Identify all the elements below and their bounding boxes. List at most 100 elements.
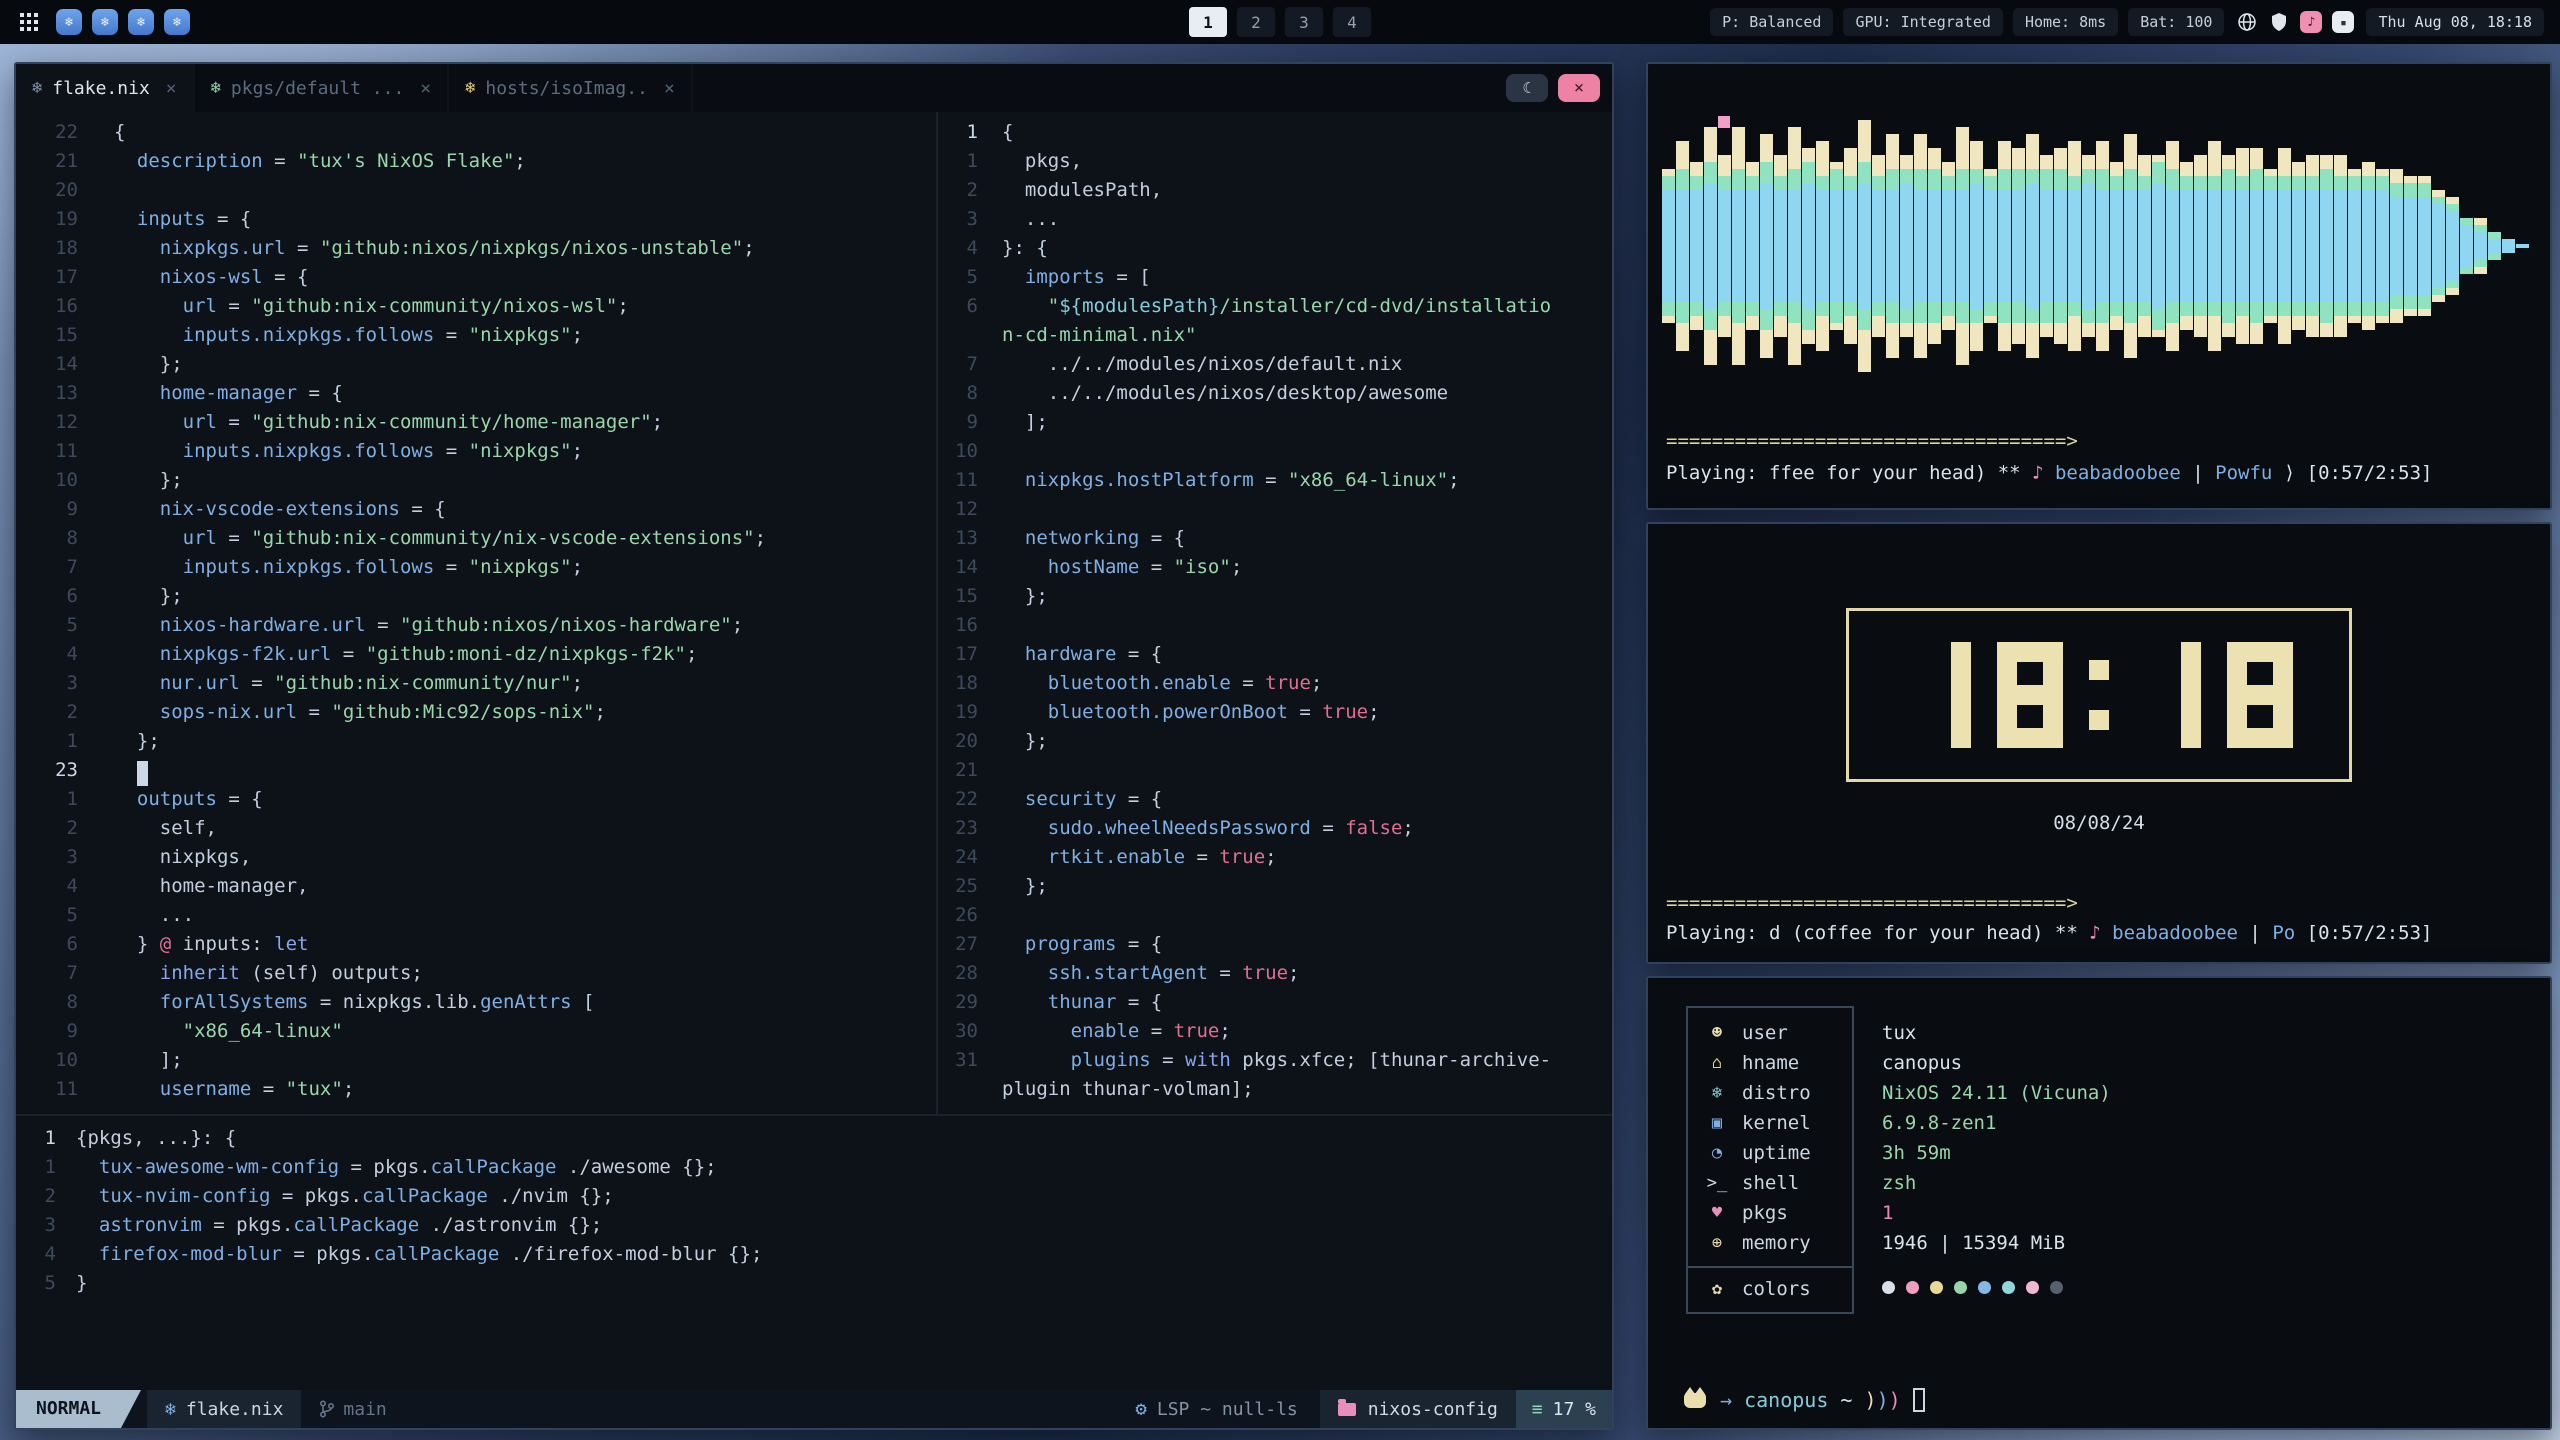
code-pane-pkgs[interactable]: 1{pkgs, ...}: {1 tux-awesome-wm-config =… bbox=[16, 1124, 1612, 1298]
tab-label: hosts/isoImag.. bbox=[485, 78, 648, 99]
fetch-value: zsh bbox=[1882, 1168, 2111, 1198]
statusline-file: ❄ flake.nix bbox=[147, 1390, 301, 1428]
editor-window[interactable]: ❄flake.nix× ❄ pkgs/default ... × ❄ hosts/isoI… bbox=[14, 62, 1614, 1430]
network-icon[interactable] bbox=[2236, 11, 2258, 33]
status-item: Home: 8ms bbox=[2013, 8, 2118, 36]
code-line: 4 firefox-mod-blur = pkgs.callPackage ./… bbox=[16, 1240, 1612, 1269]
tab-label: pkgs/default ... bbox=[231, 78, 404, 99]
topbar-left: ❄ ❄ ❄ ❄ bbox=[16, 9, 190, 35]
fetch-row: ⌂hname bbox=[1688, 1048, 1852, 1078]
fetch-row: ♥pkgs bbox=[1688, 1198, 1852, 1228]
editor-tab[interactable]: ❄flake.nix× bbox=[16, 64, 195, 112]
pinned-app-icon[interactable]: ❄ bbox=[56, 9, 82, 35]
code-line: 3 nixpkgs, bbox=[16, 843, 936, 872]
nix-file-icon: ❄ bbox=[211, 78, 221, 98]
code-line: 20 bbox=[16, 176, 936, 205]
code-line: plugin thunar-volman]; bbox=[938, 1075, 1612, 1104]
pinned-app-icon[interactable]: ❄ bbox=[164, 9, 190, 35]
code-line: 31 plugins = with pkgs.xfce; [thunar-arc… bbox=[938, 1046, 1612, 1075]
code-pane-iso[interactable]: 1{1 pkgs,2 modulesPath,3 ...4}: {5 impor… bbox=[938, 118, 1612, 1104]
visualizer-window[interactable]: ===================================> Pla… bbox=[1646, 62, 2552, 510]
project-label: nixos-config bbox=[1368, 1399, 1498, 1420]
fetch-label: hname bbox=[1742, 1052, 1799, 1074]
shell-icon: >_ bbox=[1704, 1173, 1730, 1193]
close-icon[interactable]: × bbox=[420, 78, 431, 99]
shield-icon[interactable] bbox=[2268, 11, 2290, 33]
fetch-label: memory bbox=[1742, 1232, 1811, 1254]
buffer-tabline: ❄flake.nix× ❄ pkgs/default ... × ❄ hosts/isoI… bbox=[16, 64, 1612, 112]
code-line: 18 nixpkgs.url = "github:nixos/nixpkgs/n… bbox=[16, 234, 936, 263]
lines-icon: ≡ bbox=[1532, 1399, 1543, 1420]
code-line: 1 }; bbox=[16, 727, 936, 756]
music-player-icon[interactable]: ♪ bbox=[2300, 11, 2322, 33]
palette-dot bbox=[2026, 1281, 2039, 1294]
fetch-row: ⊕ memory bbox=[1688, 1228, 1852, 1258]
now-playing-line: Playing: ffee for your head) ** ♪ beabad… bbox=[1666, 462, 2433, 484]
code-line: 19 inputs = { bbox=[16, 205, 936, 234]
pinned-app-icon[interactable]: ❄ bbox=[92, 9, 118, 35]
nix-file-icon: ❄ bbox=[465, 78, 475, 98]
fetch-label: pkgs bbox=[1742, 1202, 1788, 1224]
code-line: 20 }; bbox=[938, 727, 1612, 756]
workspace-tag-4[interactable]: 4 bbox=[1333, 7, 1371, 37]
fetch-value: 1 bbox=[1882, 1198, 2111, 1228]
buffer-tabs: ❄flake.nix× ❄ pkgs/default ... × ❄ hosts/isoI… bbox=[16, 64, 693, 112]
pinned-apps-dock: ❄ ❄ ❄ ❄ bbox=[56, 9, 190, 35]
close-icon[interactable]: × bbox=[664, 78, 675, 99]
fetch-divider bbox=[1688, 1266, 1852, 1268]
volume-icon[interactable]: ▪ bbox=[2332, 11, 2354, 33]
memory-icon: ⊕ bbox=[1704, 1233, 1730, 1253]
close-window-button[interactable]: × bbox=[1558, 74, 1600, 102]
ontop-toggle-button[interactable]: ☾ bbox=[1506, 74, 1548, 102]
statusline: NORMAL ❄ flake.nix main ⚙ LSP ~ null-ls … bbox=[16, 1390, 1612, 1428]
code-line: 16 url = "github:nix-community/nixos-wsl… bbox=[16, 292, 936, 321]
workspace-tag-2[interactable]: 2 bbox=[1237, 7, 1275, 37]
workspace-tag-3[interactable]: 3 bbox=[1285, 7, 1323, 37]
code-line: 2 modulesPath, bbox=[938, 176, 1612, 205]
clock-colon bbox=[2089, 642, 2109, 748]
status-item: GPU: Integrated bbox=[1843, 8, 2002, 36]
code-line: 21 description = "tux's NixOS Flake"; bbox=[16, 147, 936, 176]
code-line: 1{pkgs, ...}: { bbox=[16, 1124, 1612, 1153]
app-launcher-button[interactable] bbox=[16, 9, 42, 35]
code-line: 8 forAllSystems = nixpkgs.lib.genAttrs [ bbox=[16, 988, 936, 1017]
code-line: 15 }; bbox=[938, 582, 1612, 611]
shield-glyph-icon bbox=[2270, 12, 2288, 32]
percent-label: 17 % bbox=[1553, 1399, 1596, 1420]
fetch-label: user bbox=[1742, 1022, 1788, 1044]
fetch-window[interactable]: ☻user⌂hname❄distro▣kernel◔uptime>_shell♥… bbox=[1646, 976, 2552, 1430]
grid-icon bbox=[20, 13, 38, 31]
close-icon[interactable]: × bbox=[166, 78, 177, 99]
code-line: 6 "${modulesPath}/installer/cd-dvd/insta… bbox=[938, 292, 1612, 321]
code-line: 21 bbox=[938, 756, 1612, 785]
code-line: 30 enable = true; bbox=[938, 1017, 1612, 1046]
user-icon: ☻ bbox=[1704, 1023, 1730, 1043]
code-line: 9 "x86_64-linux" bbox=[16, 1017, 936, 1046]
code-line: 7 ../../modules/nixos/default.nix bbox=[938, 350, 1612, 379]
editor-tab[interactable]: ❄ hosts/isoImag.. × bbox=[449, 64, 693, 112]
branch-icon bbox=[319, 1400, 335, 1418]
workspace-tag-1[interactable]: 1 bbox=[1189, 7, 1227, 37]
code-line: 28 ssh.startAgent = true; bbox=[938, 959, 1612, 988]
code-line: 16 bbox=[938, 611, 1612, 640]
code-line: 5} bbox=[16, 1269, 1612, 1298]
code-pane-flake[interactable]: 22{21 description = "tux's NixOS Flake";… bbox=[16, 118, 936, 1104]
system-tray: ♪ ▪ bbox=[2236, 11, 2354, 33]
code-line: 12 url = "github:nix-community/home-mana… bbox=[16, 408, 936, 437]
shell-prompt[interactable]: → canopus ~ ))) bbox=[1684, 1388, 1925, 1412]
lsp-status: ⚙ LSP ~ null-ls bbox=[1135, 1398, 1297, 1420]
palette-dot bbox=[1906, 1281, 1919, 1294]
mode-indicator: NORMAL bbox=[16, 1390, 121, 1428]
system-status-widgets: P: BalancedGPU: IntegratedHome: 8msBat: … bbox=[1710, 8, 2224, 36]
fetch-value: 1946 | 15394 MiB bbox=[1882, 1228, 2111, 1258]
code-line: 25 }; bbox=[938, 872, 1612, 901]
editor-tab[interactable]: ❄ pkgs/default ... × bbox=[195, 64, 449, 112]
horizontal-split-separator[interactable] bbox=[16, 1114, 1612, 1116]
code-line: 10 bbox=[938, 437, 1612, 466]
top-bar: ❄❄❄❄ 1234 P: BalancedGPU: IntegratedHome… bbox=[0, 0, 2560, 44]
fetch-label: uptime bbox=[1742, 1142, 1811, 1164]
clock-window[interactable]: 08/08/24 ===============================… bbox=[1646, 522, 2552, 964]
fetch-value: tux bbox=[1882, 1018, 2111, 1048]
code-line: 8 ../../modules/nixos/desktop/awesome bbox=[938, 379, 1612, 408]
pinned-app-icon[interactable]: ❄ bbox=[128, 9, 154, 35]
